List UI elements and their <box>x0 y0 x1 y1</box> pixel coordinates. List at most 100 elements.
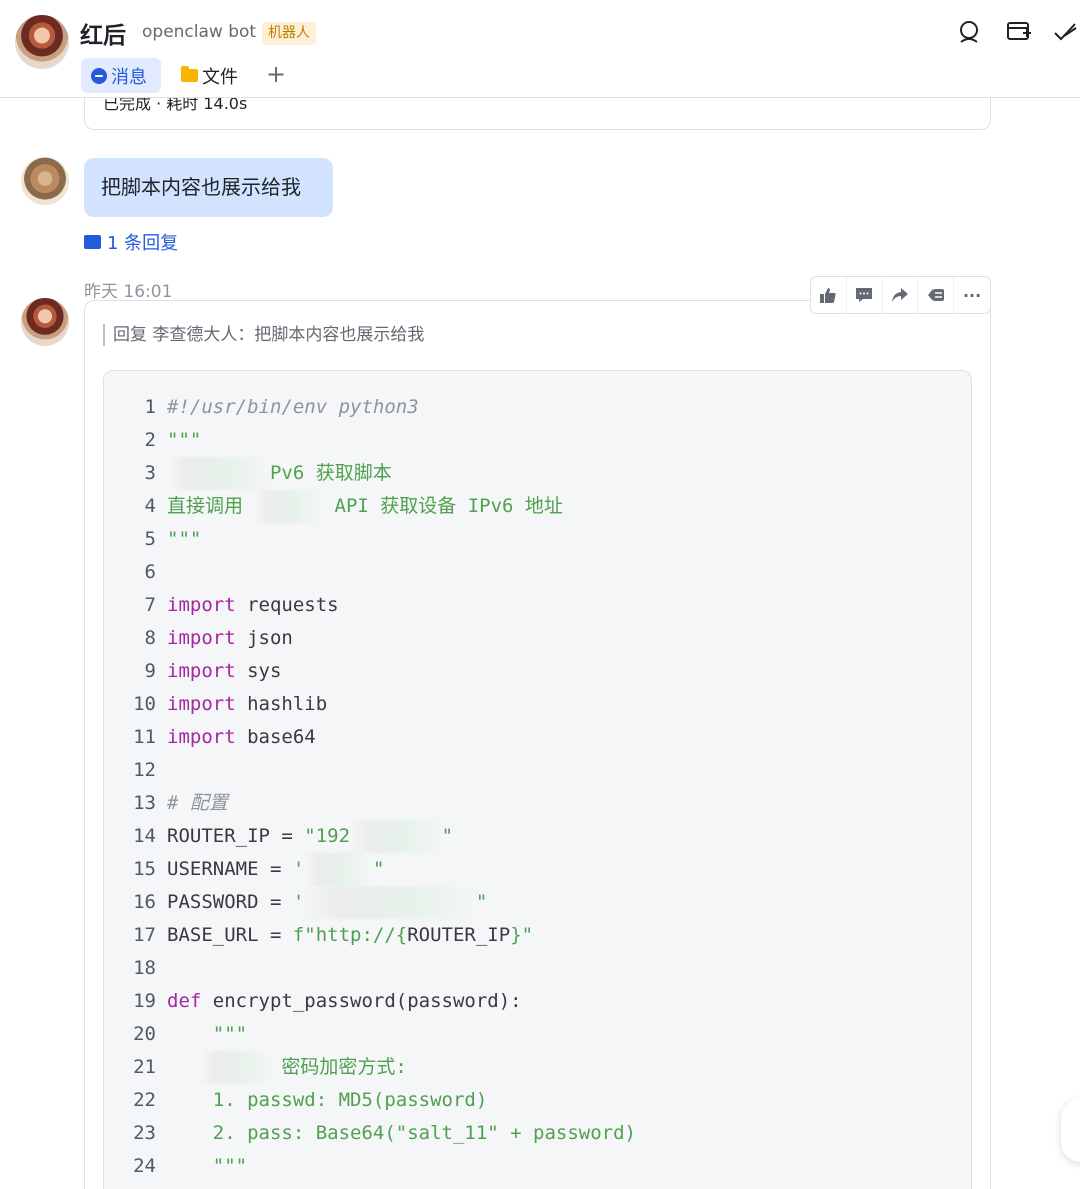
reply-button[interactable] <box>918 277 955 313</box>
line-number: 18 <box>133 957 156 979</box>
redacted-text <box>167 457 270 490</box>
line-number: 3 <box>144 462 156 484</box>
code-token: ' <box>292 891 305 913</box>
code-token: import <box>167 726 236 748</box>
code-text: """ <box>167 424 201 457</box>
code-text: Pv6 获取脚本 <box>167 457 392 490</box>
line-number: 6 <box>144 561 156 583</box>
reply-quote[interactable]: 回复 李查德大人：把脚本内容也展示给我 <box>103 324 424 346</box>
code-text: import hashlib <box>167 688 327 721</box>
redacted-text <box>304 886 476 919</box>
code-line: 24 """ <box>104 1150 973 1183</box>
line-number: 20 <box>133 1023 156 1045</box>
line-number: 8 <box>144 627 156 649</box>
comment-button[interactable] <box>847 277 883 313</box>
reply-count: 1 条回复 <box>107 233 179 254</box>
bot-avatar[interactable] <box>15 15 69 69</box>
code-token: hashlib <box>235 693 328 715</box>
code-text: 直接调用 API 获取设备 IPv6 地址 <box>167 490 563 523</box>
code-text: """ <box>167 523 201 556</box>
code-line: 13 # 配置 <box>104 787 973 820</box>
code-token: " <box>372 858 385 880</box>
line-number: 22 <box>133 1089 156 1111</box>
floating-side-button[interactable] <box>1061 1098 1080 1162</box>
line-number: 9 <box>144 660 156 682</box>
code-token: import <box>167 693 236 715</box>
code-token: 1. passwd: MD5(password) <box>167 1089 488 1111</box>
code-line: 14 ROUTER_IP = "192 " <box>104 820 973 853</box>
code-token: import <box>167 627 236 649</box>
code-text: """ <box>167 1018 247 1051</box>
code-text: BASE_URL = f"http://{ROUTER_IP}" <box>167 919 533 952</box>
code-token: USERNAME = <box>167 858 293 880</box>
code-line: 17 BASE_URL = f"http://{ROUTER_IP}" <box>104 919 973 952</box>
thread-icon <box>84 230 101 249</box>
code-token: """ <box>167 1155 248 1177</box>
code-text: def encrypt_password(password): <box>167 985 522 1018</box>
add-tab-button[interactable]: + <box>263 58 289 93</box>
chat-title: 红后 <box>80 23 126 49</box>
line-number: 24 <box>133 1155 156 1177</box>
code-line: 23 2. pass: Base64("salt_11" + password) <box>104 1117 973 1150</box>
code-text: import json <box>167 622 293 655</box>
code-line: 16 PASSWORD = ' " <box>104 886 973 919</box>
line-number: 16 <box>133 891 156 913</box>
check-all-icon[interactable] <box>1052 18 1080 46</box>
code-text: USERNAME = ' " <box>167 853 384 886</box>
code-text: 1. passwd: MD5(password) <box>167 1084 488 1117</box>
forward-button[interactable] <box>883 277 919 313</box>
code-line: 19 def encrypt_password(password): <box>104 985 973 1018</box>
code-text: PASSWORD = ' " <box>167 886 487 919</box>
chat-subtitle: openclaw bot <box>142 22 257 42</box>
code-line: 20 """ <box>104 1018 973 1051</box>
tab-messages[interactable]: 消息 <box>81 58 161 93</box>
code-token: requests <box>235 594 339 616</box>
bot-avatar[interactable] <box>21 298 69 346</box>
code-line: 6 <box>104 556 973 589</box>
search-icon[interactable] <box>956 18 984 46</box>
code-text: #!/usr/bin/env python3 <box>167 391 419 424</box>
code-line: 15 USERNAME = ' " <box>104 853 973 886</box>
code-block[interactable]: 1 #!/usr/bin/env python3 2 """ 3 Pv6 获取脚本 4 直接… <box>103 370 972 1189</box>
code-token: #!/usr/bin/env python3 <box>167 396 419 418</box>
code-text: import sys <box>167 655 281 688</box>
code-line: 12 <box>104 754 973 787</box>
code-line: 1 #!/usr/bin/env python3 <box>104 391 973 424</box>
code-line: 2 """ <box>104 424 973 457</box>
tab-files-label: 文件 <box>202 66 238 88</box>
code-text: # 配置 <box>167 787 228 820</box>
code-text: 密码加密方式: <box>167 1051 407 1084</box>
code-line: 9 import sys <box>104 655 973 688</box>
reply-icon <box>927 289 944 301</box>
more-button[interactable]: ··· <box>954 277 990 313</box>
folder-icon <box>181 66 198 82</box>
code-token: import <box>167 660 236 682</box>
code-token: BASE_URL = <box>167 924 293 946</box>
code-token: """ <box>167 1023 248 1045</box>
line-number: 19 <box>133 990 156 1012</box>
line-number: 17 <box>133 924 156 946</box>
code-token: }" <box>510 924 534 946</box>
redacted-text <box>201 1051 270 1084</box>
user-message-bubble[interactable]: 把脚本内容也展示给我 <box>84 158 333 217</box>
code-token: 直接调用 <box>167 495 255 517</box>
add-to-board-icon[interactable] <box>1005 18 1033 46</box>
line-number: 14 <box>133 825 156 847</box>
thumbs-up-button[interactable] <box>811 277 847 313</box>
code-token: # 配置 <box>167 792 228 814</box>
code-token: def <box>167 990 202 1012</box>
thread-replies-link[interactable]: 1 条回复 <box>84 230 178 254</box>
tab-files[interactable]: 文件 <box>171 58 248 93</box>
line-number: 11 <box>133 726 156 748</box>
code-line: 21 密码加密方式: <box>104 1051 973 1084</box>
code-line: 10 import hashlib <box>104 688 973 721</box>
code-line: 8 import json <box>104 622 973 655</box>
redacted-text <box>350 820 442 853</box>
code-token: PASSWORD = <box>167 891 293 913</box>
user-avatar[interactable] <box>21 157 69 205</box>
code-token: " <box>441 825 454 847</box>
code-token: ROUTER_IP = <box>167 825 305 847</box>
code-text: import requests <box>167 589 339 622</box>
code-line: 4 直接调用 API 获取设备 IPv6 地址 <box>104 490 973 523</box>
